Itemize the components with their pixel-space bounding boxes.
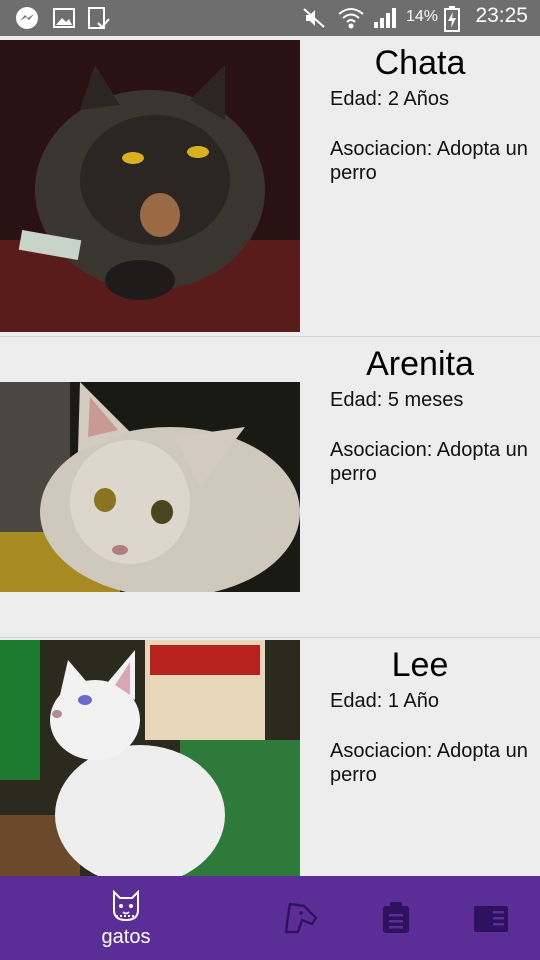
cat-age: Edad: 2 Años [330,88,449,110]
cat-age: Edad: 1 Año [330,690,439,712]
cat-photo [0,40,300,332]
status-bar: 14% 23:25 [0,0,540,36]
cat-card[interactable]: Chata Edad: 2 Años Asociacion: Adopta un… [0,36,540,336]
gallery-icon [53,8,75,28]
nav-label-gatos: gatos [101,926,151,948]
nav-item-noticias[interactable] [456,876,528,960]
battery-percent: 14% [406,8,439,25]
cat-info: Edad: 2 Años Asociacion: Adopta un perro [330,88,530,185]
cat-photo [0,640,300,876]
cat-icon [113,889,139,922]
nav-item-gatos[interactable]: gatos [70,876,182,960]
cat-association: Asociacion: Adopta un perro [330,740,528,786]
clock: 23:25 [475,4,528,27]
cat-association: Asociacion: Adopta un perro [330,439,528,485]
battery-charging-icon [444,6,460,32]
clipboard-check-icon [88,7,110,29]
clipboard-icon [383,902,409,933]
dog-icon [284,902,318,934]
messenger-icon [16,7,38,29]
cat-name: Arenita [366,345,474,383]
cat-age: Edad: 5 meses [330,389,464,411]
cat-card[interactable]: Lee Edad: 1 Año Asociacion: Adopta un pe… [0,638,540,876]
cat-list[interactable]: Chata Edad: 2 Años Asociacion: Adopta un… [0,36,540,876]
nav-item-perros[interactable] [262,876,342,960]
news-icon [474,906,508,932]
bottom-nav: gatos [0,876,540,960]
cat-association: Asociacion: Adopta un perro [330,138,528,184]
nav-item-registro[interactable] [360,876,432,960]
mute-icon [303,8,325,28]
cat-info: Edad: 5 meses Asociacion: Adopta un perr… [330,389,530,486]
cat-photo [0,382,300,592]
cat-name: Lee [391,646,449,684]
wifi-icon [338,8,364,29]
signal-icon [374,8,396,28]
cat-info: Edad: 1 Año Asociacion: Adopta un perro [330,690,530,787]
cat-card[interactable]: Arenita Edad: 5 meses Asociacion: Adopta… [0,337,540,637]
cat-name: Chata [374,44,466,82]
